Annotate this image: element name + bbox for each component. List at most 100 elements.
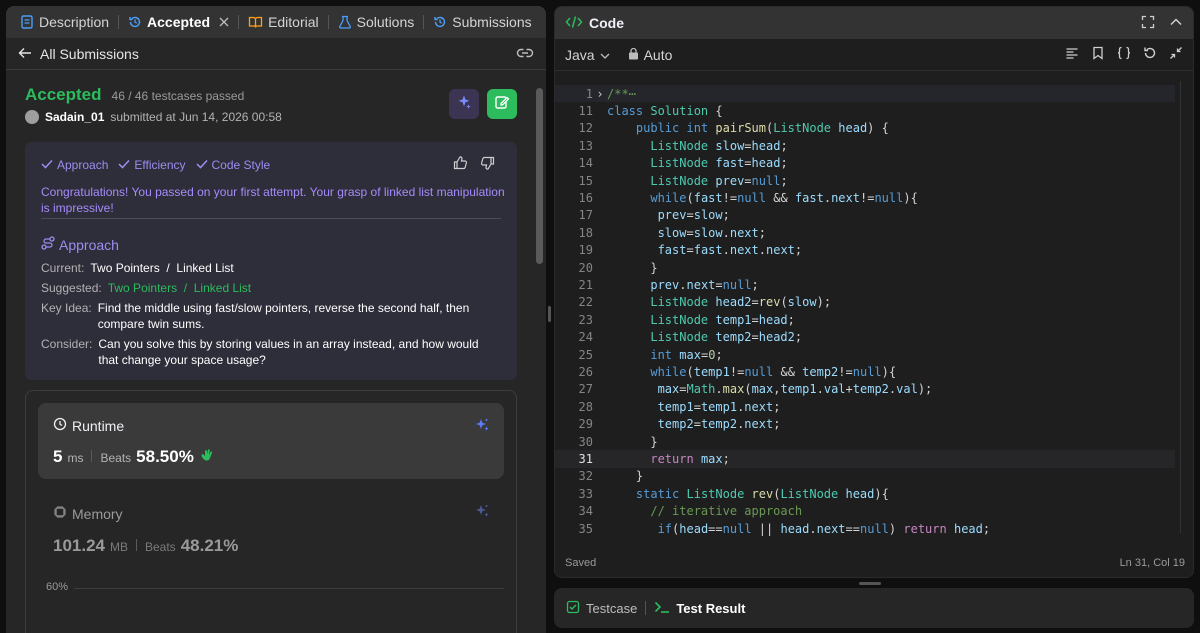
- code-text: ListNode prev=null;: [650, 173, 788, 188]
- auto-label: Auto: [643, 46, 673, 63]
- code-line[interactable]: 30 }: [555, 433, 1175, 450]
- key-idea-label: Key Idea:: [41, 301, 92, 315]
- line-number: 14: [578, 156, 593, 171]
- username[interactable]: Sadain_01: [45, 110, 104, 124]
- code-line[interactable]: 32 }: [555, 468, 1175, 485]
- sparkle-icon[interactable]: [474, 417, 490, 438]
- collapse-icon[interactable]: [1169, 15, 1183, 32]
- ai-analysis-card: Approach Efficiency Code Style Congratul…: [25, 142, 517, 380]
- maximize-icon[interactable]: [1141, 15, 1155, 32]
- line-number: 12: [578, 121, 593, 136]
- code-line[interactable]: 15 ListNode prev=null;: [555, 172, 1175, 189]
- code-text: static ListNode rev(ListNode head){: [635, 486, 889, 501]
- tab-divider: [327, 15, 329, 29]
- memory-heading[interactable]: Memory: [53, 505, 123, 522]
- code-line[interactable]: 11 class Solution {: [555, 102, 1175, 119]
- reset-icon[interactable]: [1143, 46, 1157, 63]
- scrollbar[interactable]: [536, 88, 543, 264]
- code-line[interactable]: 19 fast=fast.next.next;: [555, 242, 1175, 259]
- code-line[interactable]: 16 while(fast!=null && fast.next!=null){: [555, 189, 1175, 206]
- close-icon[interactable]: [219, 17, 229, 27]
- auto-mode[interactable]: Auto: [628, 46, 673, 63]
- memory-unit: MB: [110, 540, 128, 554]
- avatar[interactable]: [25, 110, 39, 124]
- tab-submissions[interactable]: Submissions: [427, 6, 537, 38]
- consider-label: Consider:: [41, 337, 93, 351]
- code-line[interactable]: 29 temp2=temp2.next;: [555, 416, 1175, 433]
- tab-solutions-label: Solutions: [356, 14, 415, 30]
- ai-analyze-button[interactable]: [449, 89, 479, 119]
- thumbs-up-icon[interactable]: [453, 156, 468, 175]
- terminal-icon: [654, 600, 670, 617]
- result-header: Accepted 46 / 46 testcases passed: [25, 85, 244, 105]
- runtime-beats-value: 58.50%: [136, 447, 194, 466]
- fold-chevron-icon[interactable]: ›: [593, 87, 607, 101]
- code-panel: Code Java Auto 1 › /**⋯ 11 class Solutio…: [554, 6, 1194, 578]
- code-text: temp1=temp1.next;: [657, 399, 781, 414]
- code-line[interactable]: 25 int max=0;: [555, 346, 1175, 363]
- suggested-label: Suggested:: [41, 281, 102, 295]
- save-status: Saved: [565, 557, 597, 569]
- code-text: max=Math.max(max,temp1.val+temp2.val);: [657, 382, 933, 397]
- code-line[interactable]: 12 public int pairSum(ListNode head) {: [555, 120, 1175, 137]
- thumbs-down-icon[interactable]: [480, 156, 495, 175]
- history-icon: [433, 15, 447, 29]
- current-label: Current:: [41, 261, 85, 275]
- code-line[interactable]: 36 ListNode prev=null;: [555, 537, 1175, 539]
- line-number: 27: [578, 382, 593, 397]
- tab-solutions[interactable]: Solutions: [332, 6, 421, 38]
- back-arrow-icon[interactable]: [18, 46, 32, 62]
- editor-toolbar: Java Auto: [555, 39, 1193, 71]
- code-editor[interactable]: 1 ›/**⋯ 11 class Solution {12 public int pa…: [555, 79, 1193, 539]
- code-line[interactable]: 21 prev.next=null;: [555, 276, 1175, 293]
- code-line[interactable]: 24 ListNode temp2=head2;: [555, 329, 1175, 346]
- code-line[interactable]: 28 temp1=temp1.next;: [555, 398, 1175, 415]
- runtime-card[interactable]: Runtime 5 ms Beats 58.50%: [38, 403, 504, 479]
- code-text: }: [635, 469, 644, 484]
- editor-scrollbar[interactable]: [1180, 81, 1187, 533]
- language-select[interactable]: Java: [565, 47, 610, 63]
- code-line[interactable]: 33 static ListNode rev(ListNode head){: [555, 485, 1175, 502]
- code-text: if(head==null || head.next==null) return…: [657, 521, 991, 536]
- divider: [41, 218, 501, 219]
- tab-test-result[interactable]: Test Result: [654, 600, 745, 617]
- code-text: /**⋯: [607, 86, 636, 101]
- panel-resize-handle[interactable]: [548, 306, 551, 322]
- tab-description[interactable]: Description: [14, 6, 115, 38]
- vertical-resize-handle[interactable]: [859, 582, 881, 585]
- code-line[interactable]: 20 }: [555, 259, 1175, 276]
- tab-editorial[interactable]: Editorial: [242, 6, 325, 38]
- code-line[interactable]: 1 ›/**⋯: [555, 85, 1175, 103]
- lock-icon: [628, 47, 639, 63]
- edit-notes-button[interactable]: [487, 89, 517, 119]
- share-link-icon[interactable]: [516, 46, 534, 62]
- bookmark-icon[interactable]: [1091, 46, 1105, 63]
- code-line[interactable]: 18 slow=slow.next;: [555, 224, 1175, 241]
- all-submissions-link[interactable]: All Submissions: [40, 46, 139, 62]
- format-icon[interactable]: [1065, 46, 1079, 63]
- route-icon: [41, 236, 55, 253]
- code-line[interactable]: 27 max=Math.max(max,temp1.val+temp2.val)…: [555, 381, 1175, 398]
- submission-panel: Description Accepted Editorial Solutions: [6, 6, 546, 633]
- editor-tools: [1065, 46, 1183, 63]
- criteria-approach: Approach: [41, 158, 108, 172]
- expand-icon[interactable]: [1169, 46, 1183, 63]
- code-line[interactable]: 31 return max;: [555, 450, 1175, 468]
- tab-divider: [238, 15, 240, 29]
- code-line[interactable]: 26 while(temp1!=null && temp2!=null){: [555, 363, 1175, 380]
- code-line[interactable]: 17 prev=slow;: [555, 207, 1175, 224]
- code-line[interactable]: 35 if(head==null || head.next==null) ret…: [555, 520, 1175, 537]
- code-text: return max;: [650, 452, 730, 467]
- code-line[interactable]: 13 ListNode slow=head;: [555, 137, 1175, 154]
- chevron-down-icon: [600, 47, 610, 63]
- code-line[interactable]: 22 ListNode head2=rev(slow);: [555, 294, 1175, 311]
- submission-scroll-area[interactable]: Accepted 46 / 46 testcases passed Sadain…: [6, 70, 546, 633]
- sparkle-icon[interactable]: [474, 503, 490, 524]
- code-line[interactable]: 14 ListNode fast=head;: [555, 155, 1175, 172]
- divider: [91, 450, 93, 462]
- code-line[interactable]: 34 // iterative approach: [555, 503, 1175, 520]
- braces-icon[interactable]: [1117, 46, 1131, 63]
- code-line[interactable]: 23 ListNode temp1=head;: [555, 311, 1175, 328]
- tab-accepted[interactable]: Accepted: [122, 6, 235, 38]
- tab-testcase[interactable]: Testcase: [566, 600, 637, 617]
